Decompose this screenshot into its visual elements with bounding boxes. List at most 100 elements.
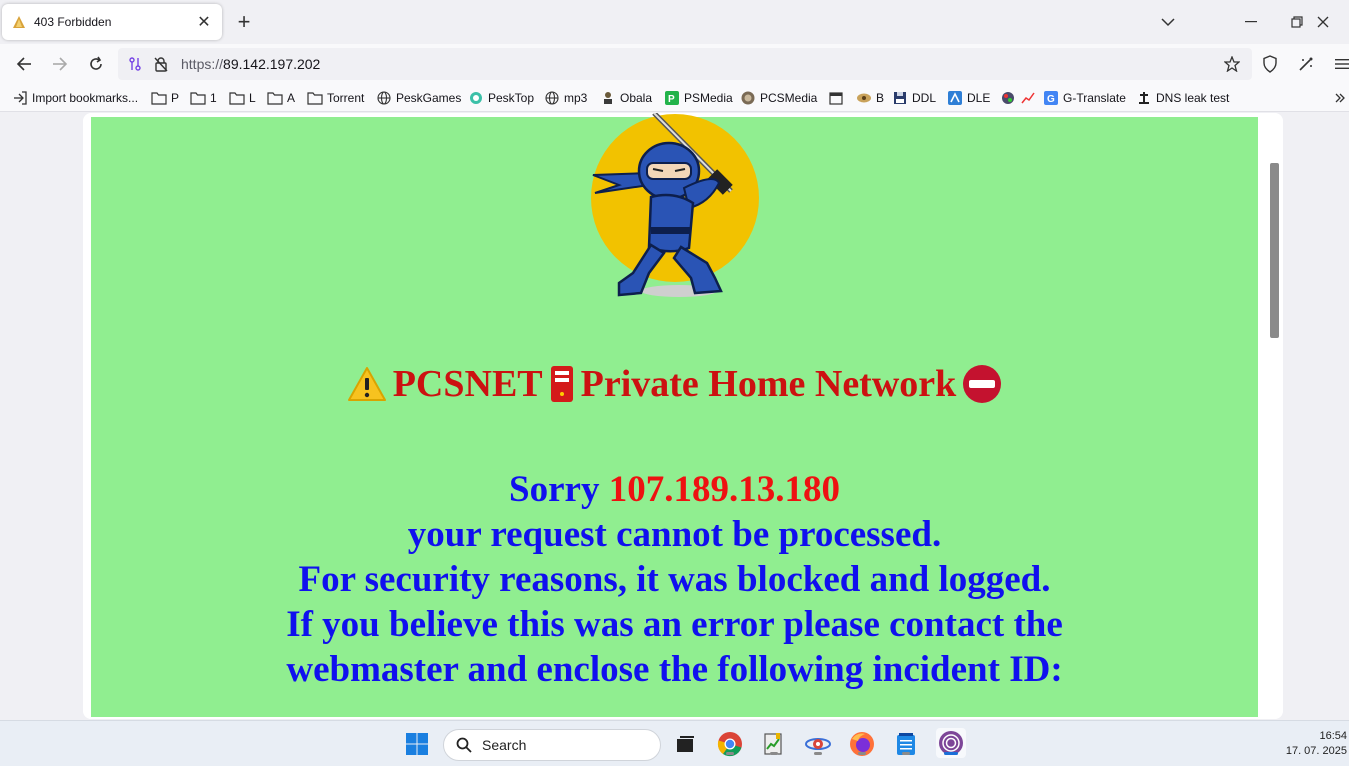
back-icon[interactable] <box>10 50 38 78</box>
bookmark-folder-a[interactable]: A <box>267 89 295 107</box>
import-icon <box>12 90 28 106</box>
start-windows-icon[interactable] <box>403 730 431 758</box>
bookmark-folder-p[interactable]: P <box>151 89 179 107</box>
bookmark-dns-leak-test[interactable]: DNS leak test <box>1136 89 1229 107</box>
running-indicator <box>726 752 734 755</box>
bookmark-folder-l[interactable]: L <box>229 89 256 107</box>
running-indicator <box>814 752 822 755</box>
bookmark-pcsmedia[interactable]: PCSMedia <box>740 89 817 107</box>
svg-text:P: P <box>668 94 675 105</box>
bookmarks-toolbar: Import bookmarks... P 1 L A Torrent Pesk… <box>0 84 1349 112</box>
tab-title: 403 Forbidden <box>34 15 112 29</box>
url-scheme: https:// <box>181 56 224 72</box>
page-scrollbar[interactable] <box>1266 113 1282 719</box>
server-icon <box>549 365 575 403</box>
bookmark-calendar[interactable] <box>828 89 848 107</box>
new-tab-button[interactable]: + <box>232 9 256 34</box>
bookmark-label: 1 <box>210 91 217 105</box>
message-line-5: webmaster and enclose the following inci… <box>286 649 1063 690</box>
close-tab-icon[interactable]: ✕ <box>192 10 216 34</box>
folder-icon <box>229 90 245 106</box>
bookmark-label: B <box>876 91 885 105</box>
chart-icon <box>1020 90 1036 106</box>
bookmark-label: PSMedia <box>684 91 733 105</box>
bookmark-g-translate[interactable]: G G-Translate <box>1043 89 1126 107</box>
close-window-icon[interactable] <box>1300 8 1346 36</box>
pesktop-icon <box>468 90 484 106</box>
bookmark-b[interactable]: B <box>856 89 884 107</box>
url-text[interactable]: https://89.142.197.202 <box>181 56 320 72</box>
bookmarks-overflow-icon[interactable] <box>1334 89 1346 107</box>
reload-icon[interactable] <box>82 50 110 78</box>
bookmark-folder-1[interactable]: 1 <box>190 89 217 107</box>
tor-browser-icon[interactable] <box>936 728 966 758</box>
scrollbar-thumb[interactable] <box>1270 163 1279 338</box>
menu-icon[interactable] <box>1328 50 1349 78</box>
bookmark-label: L <box>249 91 256 105</box>
satellite-app-icon[interactable] <box>804 730 832 758</box>
windows-taskbar: Search 16:54 17. 07. 2025 <box>0 720 1349 766</box>
taskbar-search-box[interactable]: Search <box>443 729 661 761</box>
colorful-globe-icon <box>1000 90 1016 106</box>
task-view-icon[interactable] <box>671 730 699 758</box>
client-ip: 107.189.13.180 <box>608 469 840 510</box>
active-indicator <box>944 752 958 755</box>
sorry-text: Sorry <box>509 469 600 510</box>
heading-brand: PCSNET <box>392 363 543 405</box>
shield-icon[interactable] <box>1256 50 1284 78</box>
bookmark-psmedia[interactable]: P PSMedia <box>664 89 733 107</box>
folder-icon <box>190 90 206 106</box>
bookmark-label: A <box>287 91 296 105</box>
bookmark-mp3[interactable]: mp3 <box>544 89 587 107</box>
block-message: Sorry 107.189.13.180 your request cannot… <box>91 467 1258 692</box>
bookmark-import[interactable]: Import bookmarks... <box>12 89 138 107</box>
bookmark-label: PeskTop <box>488 91 535 105</box>
warning-favicon-icon <box>12 15 26 29</box>
folder-icon <box>267 90 283 106</box>
message-line-4: If you believe this was an error please … <box>286 604 1063 645</box>
calendar-icon <box>828 90 844 106</box>
bookmark-chart[interactable] <box>1000 89 1040 107</box>
navigation-toolbar: https://89.142.197.202 <box>0 44 1349 84</box>
bookmark-dle[interactable]: DLE <box>947 89 990 107</box>
page-frame: PCSNET Private Home Network Sorry 107.18… <box>83 113 1283 719</box>
extensions-icon[interactable] <box>1292 50 1320 78</box>
system-clock[interactable]: 16:54 17. 07. 2025 <box>1277 729 1347 759</box>
clock-date: 17. 07. 2025 <box>1285 745 1347 757</box>
folder-icon <box>151 90 167 106</box>
dns-icon <box>1136 90 1152 106</box>
bookmark-label: mp3 <box>564 91 588 105</box>
message-line-3: For security reasons, it was blocked and… <box>298 559 1051 600</box>
bookmark-label: DLE <box>967 91 991 105</box>
svg-text:G: G <box>1047 94 1055 105</box>
tab-strip: 403 Forbidden ✕ + <box>0 0 1349 44</box>
bookmark-star-icon[interactable] <box>1222 54 1242 74</box>
bookmark-folder-torrent[interactable]: Torrent <box>307 89 364 107</box>
bookmark-pesktop[interactable]: PeskTop <box>468 89 534 107</box>
bookmark-label: P <box>171 91 180 105</box>
floppy-icon <box>892 90 908 106</box>
bookmark-label: G-Translate <box>1063 91 1126 105</box>
notepad-icon[interactable] <box>892 730 920 758</box>
url-bar[interactable]: https://89.142.197.202 <box>118 48 1252 80</box>
chrome-icon[interactable] <box>716 730 744 758</box>
search-placeholder: Search <box>482 737 527 753</box>
obala-icon <box>600 90 616 106</box>
message-line-2: your request cannot be processed. <box>407 514 942 555</box>
bookmark-peskgames[interactable]: PeskGames <box>376 89 461 107</box>
tab-active[interactable]: 403 Forbidden ✕ <box>2 4 222 40</box>
bookmark-ddl[interactable]: DDL <box>892 89 936 107</box>
page-heading: PCSNET Private Home Network <box>91 362 1258 406</box>
minimize-icon[interactable] <box>1228 8 1274 36</box>
lock-warning-icon[interactable] <box>152 55 170 73</box>
notepad-chart-app-icon[interactable] <box>760 730 788 758</box>
bookmark-obala[interactable]: Obala <box>600 89 652 107</box>
firefox-icon[interactable] <box>848 730 876 758</box>
warning-icon <box>347 366 387 402</box>
permissions-icon[interactable] <box>126 55 144 73</box>
ninja-mascot-image <box>589 113 764 303</box>
forward-icon[interactable] <box>46 50 74 78</box>
folder-icon <box>307 90 323 106</box>
tab-list-chevron-icon[interactable] <box>1156 10 1180 34</box>
psmedia-icon: P <box>664 90 680 106</box>
